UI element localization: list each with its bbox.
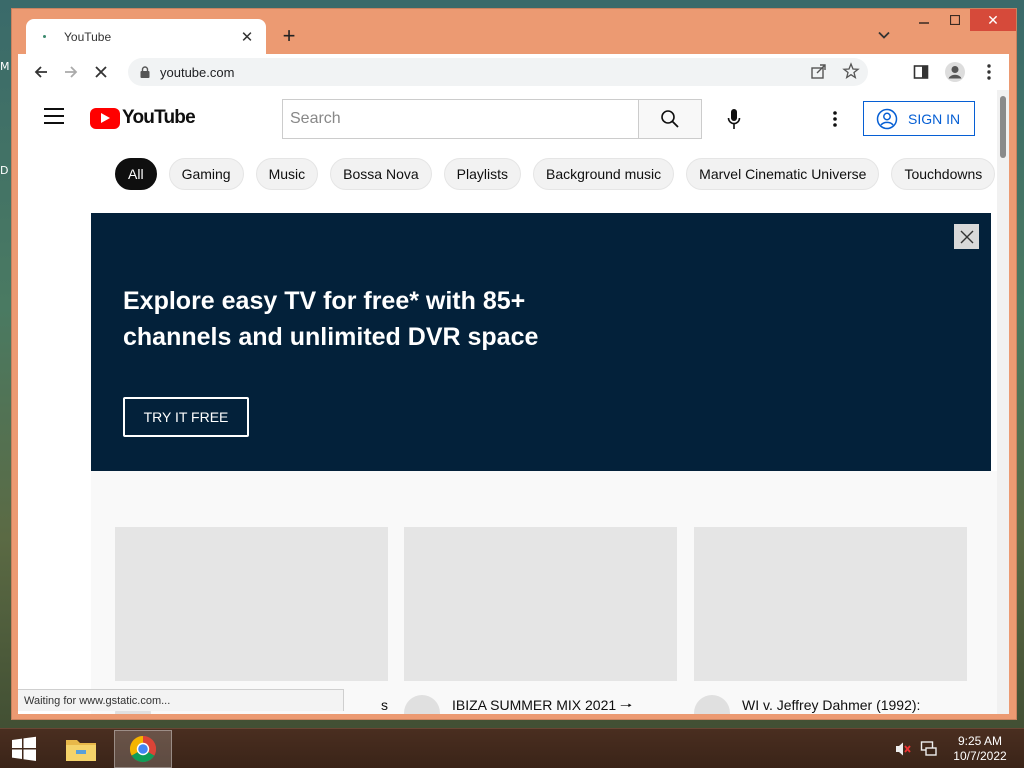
forward-arrow-icon[interactable] xyxy=(56,57,86,87)
chevron-down-icon[interactable] xyxy=(876,27,892,43)
close-icon[interactable] xyxy=(954,224,979,249)
hamburger-menu-icon[interactable] xyxy=(44,108,64,124)
tab-title: YouTube xyxy=(64,29,112,44)
category-chips: All Gaming Music Bossa Nova Playlists Ba… xyxy=(115,158,997,190)
chip-gaming[interactable]: Gaming xyxy=(168,158,244,190)
taskbar: 9:25 AM 10/7/2022 xyxy=(0,728,1024,768)
chip-music[interactable]: Music xyxy=(255,158,319,190)
microphone-icon[interactable] xyxy=(718,103,750,135)
play-icon xyxy=(90,107,120,129)
search-input[interactable] xyxy=(290,110,639,128)
kebab-menu-icon[interactable] xyxy=(977,57,1001,87)
star-icon[interactable] xyxy=(842,62,860,80)
close-icon[interactable]: ✕ xyxy=(238,28,256,46)
search-icon xyxy=(661,110,679,128)
more-options-icon[interactable] xyxy=(823,103,847,135)
video-card[interactable]: IBIZA SUMMER MIX 2021 🠒 xyxy=(404,527,677,714)
clock-date: 10/7/2022 xyxy=(953,749,1007,763)
video-thumbnail[interactable] xyxy=(404,527,677,681)
url-text: youtube.com xyxy=(160,64,235,80)
back-arrow-icon[interactable] xyxy=(26,57,56,87)
youtube-logo[interactable]: YouTube xyxy=(90,107,196,129)
logo-text: YouTube xyxy=(122,107,196,128)
share-icon[interactable] xyxy=(810,62,828,80)
window-controls: ✕ xyxy=(908,9,1016,31)
page-scrollbar[interactable] xyxy=(997,90,1009,714)
browser-tab[interactable]: YouTube ✕ xyxy=(26,19,266,54)
sign-in-label: SIGN IN xyxy=(908,110,961,127)
chrome-icon[interactable] xyxy=(114,730,172,768)
chip-playlists[interactable]: Playlists xyxy=(443,158,521,190)
sign-in-button[interactable]: SIGN IN xyxy=(863,101,975,136)
search-button[interactable] xyxy=(638,99,702,139)
system-tray: 9:25 AM 10/7/2022 xyxy=(892,729,1024,768)
taskbar-clock[interactable]: 9:25 AM 10/7/2022 xyxy=(944,734,1016,764)
desktop-icon-label: M xyxy=(0,60,10,73)
file-explorer-icon[interactable] xyxy=(52,730,110,768)
side-panel-icon[interactable] xyxy=(909,57,933,87)
browser-toolbar: youtube.com xyxy=(18,54,1009,90)
desktop-icon-label: D xyxy=(0,164,9,177)
profile-icon[interactable] xyxy=(943,57,967,87)
video-thumbnail[interactable] xyxy=(694,527,967,681)
video-thumbnail[interactable] xyxy=(115,527,388,681)
clock-time: 9:25 AM xyxy=(957,734,1003,748)
lock-icon xyxy=(140,66,150,78)
channel-avatar[interactable] xyxy=(404,695,440,714)
video-title[interactable]: WI v. Jeffrey Dahmer (1992): xyxy=(742,695,967,714)
page-viewport: YouTube Search SIGN IN All Gaming Music … xyxy=(18,90,1009,714)
chip-background-music[interactable]: Background music xyxy=(533,158,675,190)
promo-banner: Explore easy TV for free* with 85+ chann… xyxy=(91,213,991,471)
video-title[interactable]: IBIZA SUMMER MIX 2021 🠒 xyxy=(452,695,677,714)
chip-marvel-cinematic-universe[interactable]: Marvel Cinematic Universe xyxy=(686,158,880,190)
video-grid: s IBIZA SUMMER MIX 2021 🠒 WI v. Jeffrey … xyxy=(91,471,997,714)
try-it-free-button[interactable]: TRY IT FREE xyxy=(123,397,249,437)
browser-window: YouTube ✕ + ✕ youtube.com YouTube Search… xyxy=(11,8,1017,720)
chip-bossa-nova[interactable]: Bossa Nova xyxy=(330,158,432,190)
channel-avatar[interactable] xyxy=(694,695,730,714)
minimize-icon[interactable] xyxy=(908,9,939,31)
status-bubble: Waiting for www.gstatic.com... xyxy=(18,689,344,711)
chip-all[interactable]: All xyxy=(115,158,157,190)
chip-touchdowns[interactable]: Touchdowns xyxy=(891,158,996,190)
windows-start-icon[interactable] xyxy=(0,729,48,768)
network-icon[interactable] xyxy=(918,738,940,760)
browser-titlebar: YouTube ✕ + ✕ xyxy=(12,9,1016,54)
search-field[interactable] xyxy=(282,99,639,139)
plus-icon[interactable]: + xyxy=(278,25,300,47)
banner-headline-line: Explore easy TV for free* with 85+ xyxy=(123,287,526,315)
address-bar[interactable]: youtube.com xyxy=(128,58,868,86)
speaker-muted-icon[interactable] xyxy=(892,738,914,760)
maximize-icon[interactable] xyxy=(939,9,970,31)
banner-headline: Explore easy TV for free* with 85+ chann… xyxy=(123,283,603,355)
video-card[interactable]: WI v. Jeffrey Dahmer (1992): xyxy=(694,527,967,714)
account-icon xyxy=(876,108,898,129)
stop-loading-icon[interactable] xyxy=(86,57,116,87)
video-card[interactable]: s xyxy=(115,527,388,714)
scroll-thumb[interactable] xyxy=(1000,96,1006,158)
close-icon[interactable]: ✕ xyxy=(970,9,1016,31)
banner-headline-line: channels and unlimited DVR space xyxy=(123,323,539,351)
youtube-header: YouTube Search SIGN IN xyxy=(18,90,997,146)
loading-dot-icon xyxy=(36,29,52,45)
